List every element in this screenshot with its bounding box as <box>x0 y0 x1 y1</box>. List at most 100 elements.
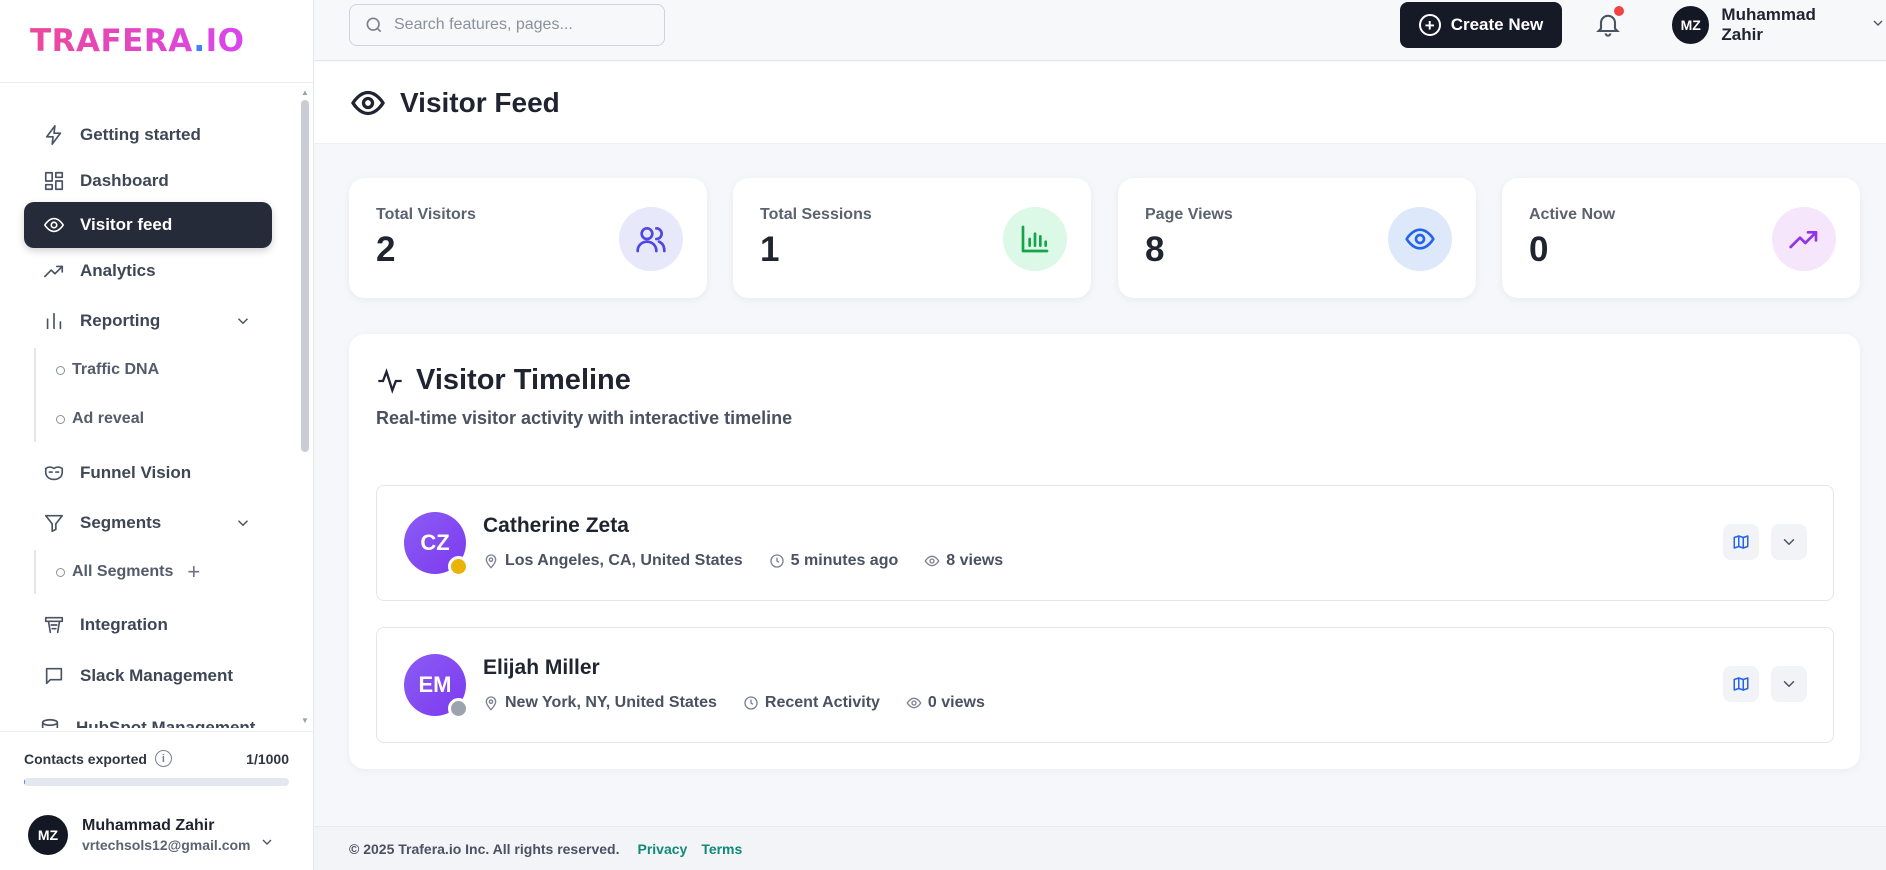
sidebar-item-label: Visitor feed <box>80 215 173 234</box>
footer: © 2025 Trafera.io Inc. All rights reserv… <box>314 826 1886 870</box>
sidebar-item-segments[interactable]: Segments <box>24 500 272 546</box>
stat-label: Page Views <box>1145 206 1233 223</box>
create-new-button[interactable]: + Create New <box>1400 2 1562 48</box>
visitor-time: 5 minutes ago <box>790 552 899 569</box>
visitor-row[interactable]: CZ Catherine Zeta Los Angeles, CA, Unite… <box>376 485 1834 601</box>
privacy-link[interactable]: Privacy <box>637 841 687 857</box>
eye-icon <box>906 697 922 709</box>
search-input[interactable] <box>394 16 654 34</box>
brand-logo[interactable]: TRAFERA.IO <box>30 23 244 59</box>
subnav-item-all-segments[interactable]: All Segments + <box>56 557 200 587</box>
chevron-down-icon[interactable] <box>234 514 252 537</box>
filter-icon <box>42 511 66 535</box>
logo-area: TRAFERA.IO <box>0 0 313 83</box>
sidebar-item-reporting[interactable]: Reporting <box>24 298 272 344</box>
chevron-down-icon[interactable] <box>259 834 275 855</box>
sidebar-user-menu[interactable]: MZ Muhammad Zahir vrtechsols12@gmail.com <box>0 800 313 870</box>
eye-icon <box>42 213 66 237</box>
circle-icon <box>56 567 65 577</box>
user-email: vrtechsols12@gmail.com <box>82 837 251 853</box>
stat-label: Active Now <box>1529 206 1616 223</box>
map-button[interactable] <box>1723 666 1759 702</box>
bar-chart-icon <box>42 309 66 333</box>
sidebar-item-label: Segments <box>80 513 162 532</box>
search-icon <box>366 17 382 33</box>
grid-icon <box>42 169 66 193</box>
plus-circle-icon: + <box>1418 14 1441 36</box>
sidebar-item-label: Slack Management <box>80 666 234 685</box>
visitor-time: Recent Activity <box>764 694 880 711</box>
subnav-item-label: All Segments <box>72 563 174 580</box>
visitor-timeline-panel: Visitor Timeline Real-time visitor activ… <box>349 334 1860 769</box>
visitor-name: Elijah Miller <box>483 656 600 679</box>
map-pin-icon <box>485 696 497 711</box>
mask-icon <box>42 461 66 485</box>
expand-button[interactable] <box>1771 524 1807 560</box>
contacts-exported: Contacts exported i 1/1000 <box>0 731 313 791</box>
avatar: MZ <box>28 815 68 855</box>
stat-card-total-sessions: Total Sessions 1 <box>733 178 1091 298</box>
user-name: Muhammad Zahir <box>1721 5 1816 44</box>
map-pin-icon <box>485 554 497 569</box>
bolt-icon <box>42 123 66 147</box>
eye-icon <box>924 555 940 567</box>
chevron-down-icon[interactable] <box>234 312 252 335</box>
sidebar-item-integration[interactable]: Integration <box>24 602 272 648</box>
scroll-down-arrow-icon[interactable]: ▼ <box>301 716 309 725</box>
stat-value: 8 <box>1145 230 1165 269</box>
map-icon <box>1733 535 1749 549</box>
integration-icon <box>42 613 66 637</box>
terms-link[interactable]: Terms <box>701 841 742 857</box>
stat-value: 2 <box>376 230 396 269</box>
chevron-down-icon <box>1783 539 1795 545</box>
contacts-exported-count: 1/1000 <box>246 750 289 767</box>
trending-up-icon <box>42 259 66 283</box>
notifications-button[interactable] <box>1594 6 1624 40</box>
stat-card-page-views: Page Views 8 <box>1118 178 1476 298</box>
section-title: Visitor Timeline <box>416 364 631 396</box>
visitor-row[interactable]: EM Elijah Miller New York, NY, United St… <box>376 627 1834 743</box>
info-icon[interactable]: i <box>154 750 172 767</box>
contacts-progress-fill <box>24 778 25 786</box>
scroll-up-arrow-icon[interactable]: ▲ <box>301 88 309 97</box>
visitor-location: New York, NY, United States <box>505 694 717 711</box>
search-box[interactable] <box>349 4 665 46</box>
add-segment-icon[interactable]: + <box>187 561 200 583</box>
sidebar-item-slack-management[interactable]: Slack Management <box>24 653 272 699</box>
clock-icon <box>744 696 758 710</box>
sidebar-item-label: Getting started <box>80 125 201 144</box>
avatar: MZ <box>1672 6 1710 44</box>
sidebar-item-visitor-feed[interactable]: Visitor feed <box>24 202 272 248</box>
expand-button[interactable] <box>1771 666 1807 702</box>
create-new-label: Create New <box>1450 15 1544 34</box>
chevron-down-icon <box>1870 15 1886 36</box>
sidebar-item-hubspot-management[interactable]: HubSpot Management <box>20 705 268 728</box>
notification-dot <box>1614 6 1624 16</box>
visitor-location: Los Angeles, CA, United States <box>505 552 743 569</box>
stat-card-active-now: Active Now 0 <box>1502 178 1860 298</box>
subnav-item-ad-reveal[interactable]: Ad reveal <box>56 404 144 434</box>
reporting-subnav-line <box>34 348 36 442</box>
sidebar-item-label: Analytics <box>80 261 156 280</box>
message-icon <box>42 664 66 688</box>
sidebar-scrollbar[interactable] <box>301 100 309 452</box>
sidebar-item-funnel-vision[interactable]: Funnel Vision <box>24 450 272 496</box>
status-indicator <box>448 698 469 719</box>
sidebar-item-label: Dashboard <box>80 171 169 190</box>
top-user-menu[interactable]: MZ Muhammad Zahir <box>1672 5 1886 45</box>
sidebar-item-label: Reporting <box>80 311 161 330</box>
sidebar-item-dashboard[interactable]: Dashboard <box>24 158 272 204</box>
map-button[interactable] <box>1723 524 1759 560</box>
stat-card-total-visitors: Total Visitors 2 <box>349 178 707 298</box>
subnav-item-traffic-dna[interactable]: Traffic DNA <box>56 355 159 385</box>
visitor-views: 0 views <box>927 694 985 711</box>
sidebar-item-analytics[interactable]: Analytics <box>24 248 272 294</box>
circle-icon <box>56 365 65 375</box>
sidebar-item-getting-started[interactable]: Getting started <box>24 112 272 158</box>
contacts-progress-bar <box>24 778 289 786</box>
map-icon <box>1733 677 1749 691</box>
contacts-exported-label: Contacts exported <box>24 750 147 767</box>
sidebar-nav: Getting started Dashboard Visitor feed A… <box>0 100 300 728</box>
page-header: Visitor Feed <box>314 62 1886 144</box>
database-icon <box>38 716 62 728</box>
